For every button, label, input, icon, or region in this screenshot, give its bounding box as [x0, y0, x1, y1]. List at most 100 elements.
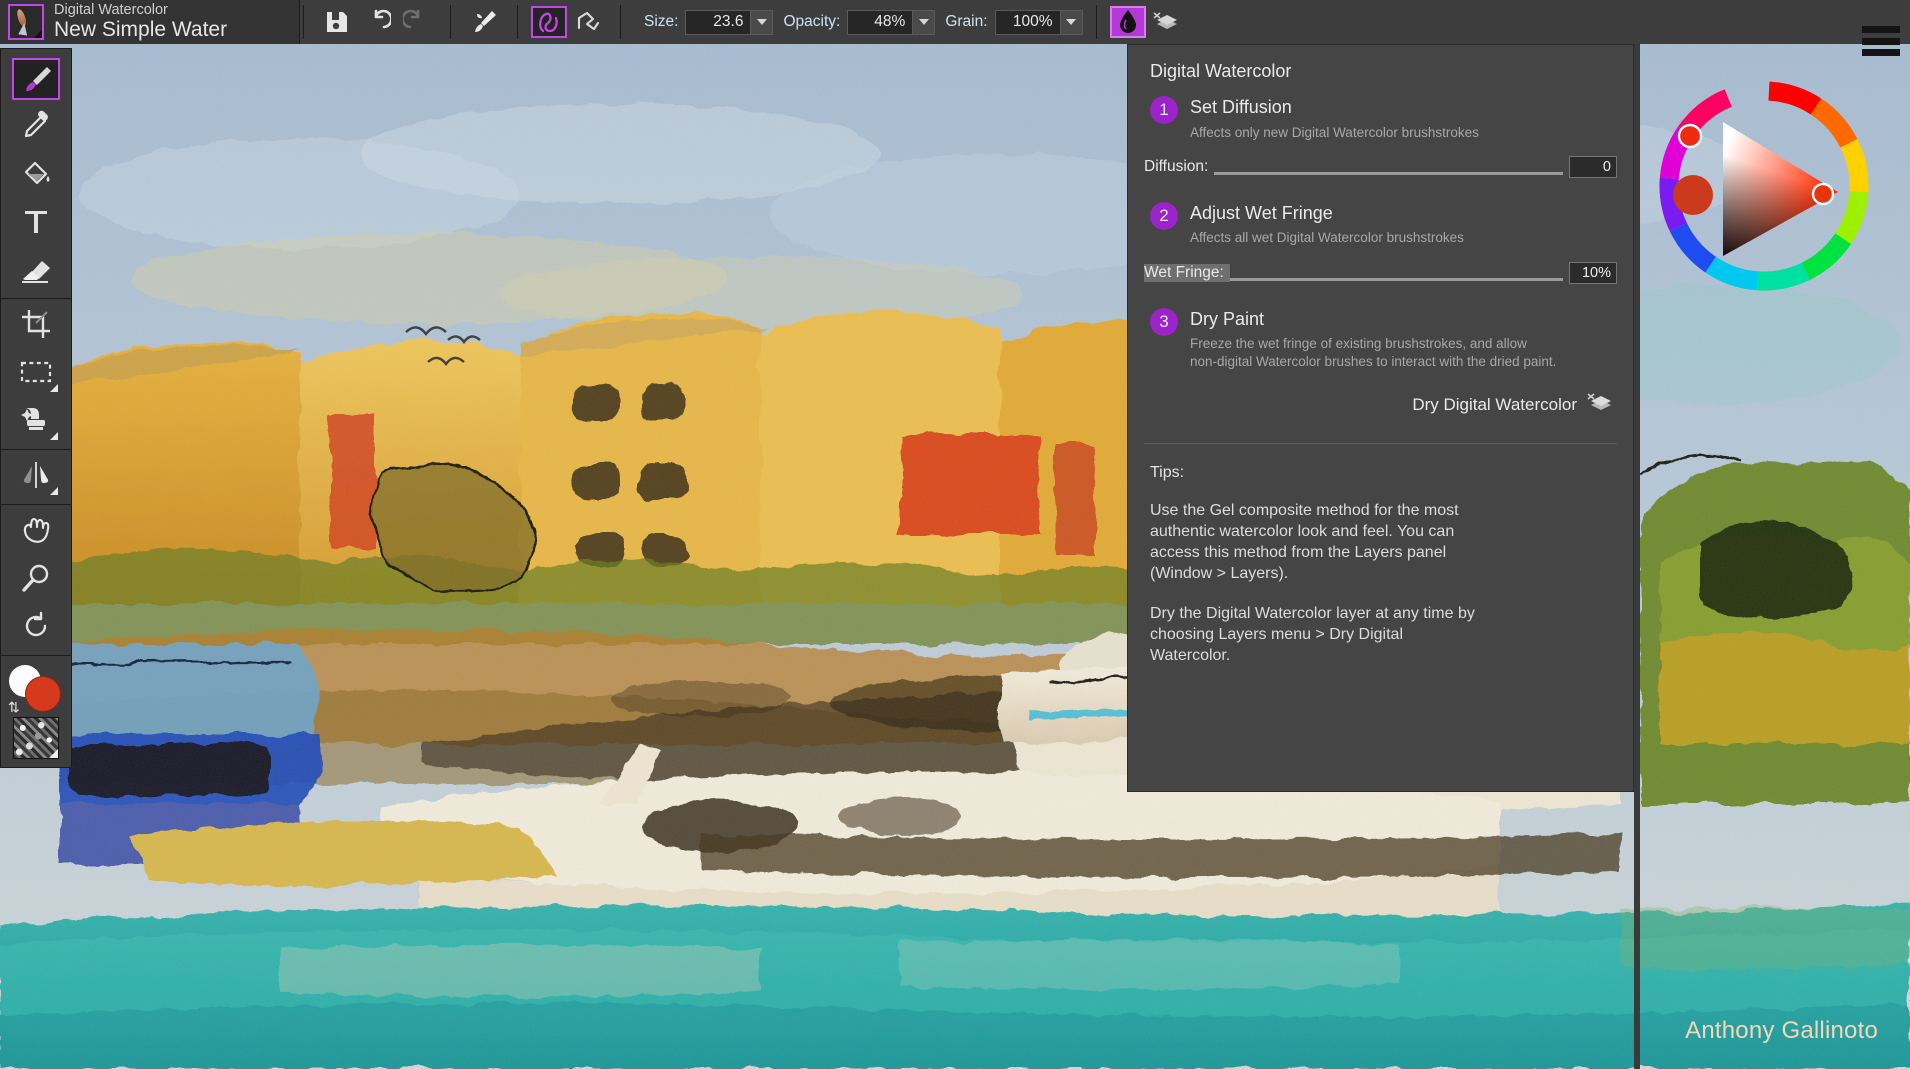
toolbar-separator [620, 5, 621, 39]
panel-divider-strip [1634, 44, 1640, 1069]
value-marker [1813, 184, 1833, 204]
redo-button[interactable] [397, 2, 437, 42]
current-brush-indicator[interactable]: Digital Watercolor New Simple Water [0, 0, 300, 44]
brush-name-label: New Simple Water [54, 18, 227, 42]
primary-color-swatch[interactable] [25, 676, 61, 712]
sidebar-item-eraser[interactable] [8, 247, 64, 295]
panel-title: Digital Watercolor [1128, 45, 1633, 86]
diffusion-slider[interactable] [1214, 172, 1563, 175]
tool-palette: ⇅ [0, 48, 72, 768]
wet-fringe-slider-row[interactable]: Wet Fringe: 10% [1128, 248, 1633, 284]
step-heading: Dry Paint [1190, 309, 1556, 331]
step-heading: Set Diffusion [1190, 97, 1479, 119]
tip-text: Use the Gel composite method for the mos… [1150, 500, 1480, 585]
sidebar-item-zoom[interactable] [8, 556, 64, 604]
tool-group-separator [1, 655, 71, 656]
step-set-diffusion: 1 Set Diffusion Affects only new Digital… [1128, 86, 1633, 142]
grain-label: Grain: [945, 13, 987, 31]
step-adjust-wet-fringe: 2 Adjust Wet Fringe Affects all wet Digi… [1128, 178, 1633, 248]
dry-button-label: Dry Digital Watercolor [1412, 395, 1577, 415]
toolbar-separator [450, 5, 451, 39]
toolbar-separator [303, 5, 304, 39]
wet-fringe-label: Wet Fringe: [1144, 264, 1230, 282]
toolbar-separator [517, 5, 518, 39]
step-number-badge: 2 [1150, 202, 1178, 230]
opacity-input[interactable]: 48% [847, 10, 913, 35]
dry-digital-watercolor-button[interactable]: Dry Digital Watercolor [1128, 372, 1633, 421]
wet-fringe-value[interactable]: 10% [1569, 262, 1617, 284]
eraser-icon [20, 255, 52, 288]
artwork-signature: Anthony Gallinoto [1685, 1017, 1878, 1045]
step-description: Freeze the wet fringe of existing brushs… [1190, 335, 1556, 371]
step-description: Affects only new Digital Watercolor brus… [1190, 124, 1479, 142]
sidebar-item-brush[interactable] [8, 55, 64, 103]
swap-colors-icon[interactable]: ⇅ [8, 700, 20, 714]
tool-variants-triangle-icon [50, 432, 58, 440]
hamburger-menu-icon[interactable] [1862, 26, 1900, 56]
sidebar-item-select[interactable] [8, 350, 64, 398]
step-number-badge: 3 [1150, 308, 1178, 336]
brush-tool-group [454, 0, 514, 44]
color-wheel[interactable] [1642, 54, 1892, 304]
undo-button[interactable] [357, 2, 397, 42]
toolbar-separator [1096, 5, 1097, 39]
color-swatches[interactable]: ⇅ [7, 663, 65, 715]
stroke-mode-group [521, 0, 617, 44]
tool-group-separator [1, 298, 71, 299]
watercolor-group [1100, 0, 1196, 44]
save-button[interactable] [317, 2, 357, 42]
tip-text: Dry the Digital Watercolor layer at any … [1150, 603, 1480, 667]
water-droplet-icon[interactable] [1110, 6, 1146, 38]
paintbrush-icon [12, 58, 60, 100]
tool-variants-triangle-icon [50, 487, 58, 495]
diffusion-label: Diffusion: [1144, 158, 1214, 176]
sidebar-item-crop[interactable] [8, 302, 64, 350]
dry-layers-icon[interactable] [1585, 390, 1615, 421]
tool-group-separator [1, 504, 71, 505]
sidebar-item-fill[interactable] [8, 151, 64, 199]
crop-icon [21, 309, 51, 344]
brush-preview-icon[interactable] [8, 4, 44, 40]
dry-layers-icon[interactable] [1146, 2, 1186, 42]
size-dropdown-chevron-down-icon[interactable] [751, 10, 773, 35]
brush-icon[interactable] [464, 2, 504, 42]
opacity-dropdown-chevron-down-icon[interactable] [913, 10, 935, 35]
sidebar-item-hand[interactable] [8, 508, 64, 556]
paper-texture-swatch[interactable] [13, 717, 59, 759]
freehand-stroke-icon[interactable] [531, 6, 567, 38]
tips-section: Tips: Use the Gel composite method for t… [1128, 444, 1633, 667]
diffusion-value[interactable]: 0 [1569, 156, 1617, 178]
hand-icon [20, 515, 52, 550]
magnifier-icon [21, 563, 51, 598]
hue-marker [1679, 125, 1701, 147]
tool-group-separator [1, 449, 71, 450]
grain-dropdown-chevron-down-icon[interactable] [1061, 10, 1083, 35]
text-icon [22, 207, 50, 240]
grain-input[interactable]: 100% [995, 10, 1061, 35]
sidebar-item-rotate[interactable] [8, 604, 64, 652]
tool-variants-triangle-icon [50, 384, 58, 392]
straight-line-stroke-icon[interactable] [567, 2, 607, 42]
rectangular-select-icon [20, 361, 52, 388]
wet-fringe-slider[interactable] [1230, 278, 1563, 281]
step-description: Affects all wet Digital Watercolor brush… [1190, 229, 1464, 247]
top-toolbar: Digital Watercolor New Simple Water [0, 0, 1910, 44]
sidebar-item-clone[interactable] [8, 398, 64, 446]
diffusion-slider-row[interactable]: Diffusion: 0 [1128, 142, 1633, 178]
step-dry-paint: 3 Dry Paint Freeze the wet fringe of exi… [1128, 284, 1633, 372]
current-color-swatch [1673, 175, 1713, 215]
size-label: Size: [644, 13, 678, 31]
step-heading: Adjust Wet Fringe [1190, 203, 1464, 225]
tips-heading: Tips: [1150, 464, 1611, 482]
digital-watercolor-panel: Digital Watercolor 1 Set Diffusion Affec… [1127, 44, 1634, 792]
application-window: Digital Watercolor New Simple Water [0, 0, 1910, 1069]
brush-category-label: Digital Watercolor [54, 2, 227, 19]
size-input[interactable]: 23.6 [685, 10, 751, 35]
rotate-page-icon [21, 611, 51, 646]
step-number-badge: 1 [1150, 96, 1178, 124]
sidebar-item-text[interactable] [8, 199, 64, 247]
sidebar-item-dropper[interactable] [8, 103, 64, 151]
brush-properties-group: Size: 23.6 Opacity: 48% Grain: 100% [624, 0, 1093, 44]
sidebar-item-mirror[interactable] [8, 453, 64, 501]
file-actions-group [307, 0, 447, 44]
